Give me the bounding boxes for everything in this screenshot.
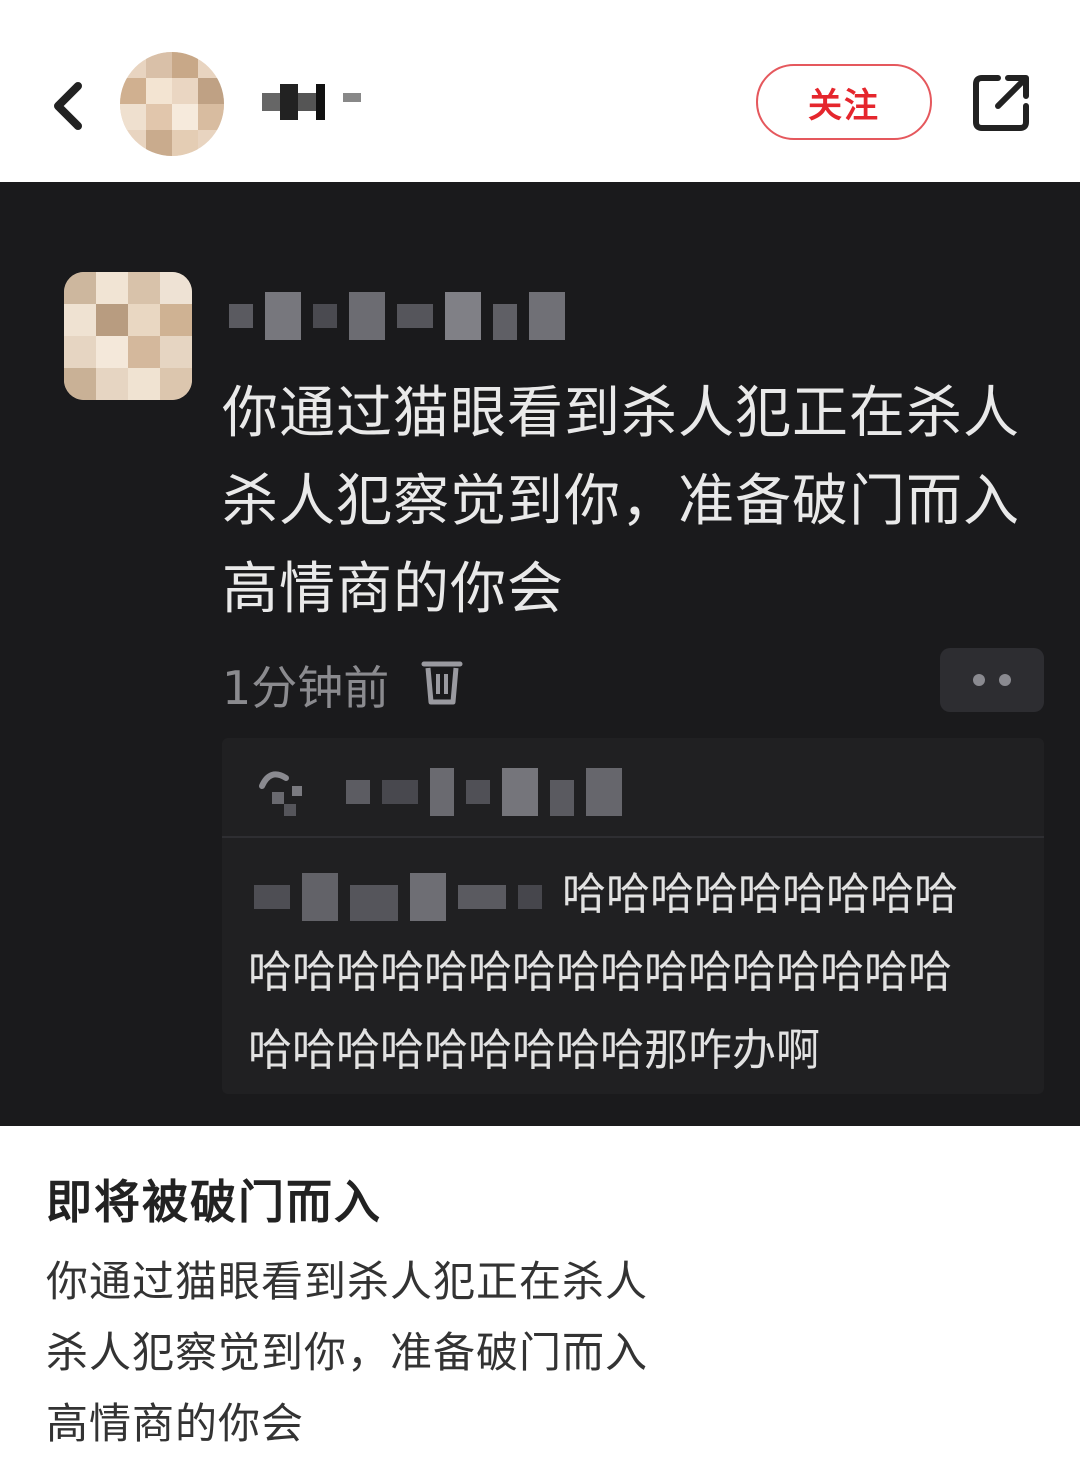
delete-icon xyxy=(421,661,463,705)
more-icon xyxy=(973,674,985,686)
reply-header xyxy=(222,738,1044,838)
reply-line: 哈哈哈哈哈哈哈哈哈 xyxy=(248,856,1038,934)
more-button[interactable] xyxy=(940,648,1044,712)
comment-text: 你通过猫眼看到杀人犯正在杀人 杀人犯察觉到你，准备破门而入 高情商的你会 xyxy=(222,370,1052,634)
post-body-line: 你通过猫眼看到杀人犯正在杀人 xyxy=(46,1257,649,1306)
comment-screenshot: 你通过猫眼看到杀人犯正在杀人 杀人犯察觉到你，准备破门而入 高情商的你会 1分钟… xyxy=(0,182,1080,1126)
more-icon xyxy=(999,674,1011,686)
post-body: 你通过猫眼看到杀人犯正在杀人 杀人犯察觉到你，准备破门而入 高情商的你会 xyxy=(46,1246,648,1459)
follow-button[interactable]: 关注 xyxy=(756,64,932,140)
post-body-line: 杀人犯察觉到你，准备破门而入 xyxy=(46,1328,649,1377)
reply-author-redacted xyxy=(342,768,638,816)
reply-mention-redacted xyxy=(254,873,542,921)
reply-line: 哈哈哈哈哈哈哈哈哈那咋办啊 xyxy=(248,1025,820,1076)
author-name-redacted xyxy=(256,84,376,120)
reply-line: 哈哈哈哈哈哈哈哈哈哈哈哈哈哈哈哈 xyxy=(248,947,952,998)
back-button[interactable] xyxy=(40,72,100,136)
top-bar: 关注 xyxy=(0,0,1080,182)
share-button[interactable] xyxy=(968,70,1034,136)
commenter-avatar[interactable] xyxy=(64,272,192,400)
comment-timestamp: 1分钟前 xyxy=(222,661,390,715)
share-icon xyxy=(973,75,1029,131)
author-avatar[interactable] xyxy=(120,52,224,156)
comment-line: 高情商的你会 xyxy=(222,557,564,622)
reply-line-text: 哈哈哈哈哈哈哈哈哈 xyxy=(562,869,958,920)
comment-line: 杀人犯察觉到你，准备破门而入 xyxy=(222,469,1020,534)
reply-text: 哈哈哈哈哈哈哈哈哈 哈哈哈哈哈哈哈哈哈哈哈哈哈哈哈哈 哈哈哈哈哈哈哈哈哈那咋办啊 xyxy=(248,856,1038,1090)
reply-icon xyxy=(259,771,302,816)
commenter-name-redacted xyxy=(222,292,572,340)
back-arrow-icon xyxy=(54,82,82,130)
delete-button[interactable] xyxy=(420,656,464,706)
post-title: 即将被破门而入 xyxy=(46,1175,382,1229)
post-body-line: 高情商的你会 xyxy=(46,1399,305,1448)
reply-box: 哈哈哈哈哈哈哈哈哈 哈哈哈哈哈哈哈哈哈哈哈哈哈哈哈哈 哈哈哈哈哈哈哈哈哈那咋办啊 xyxy=(222,738,1044,1094)
comment-line: 你通过猫眼看到杀人犯正在杀人 xyxy=(222,381,1020,446)
